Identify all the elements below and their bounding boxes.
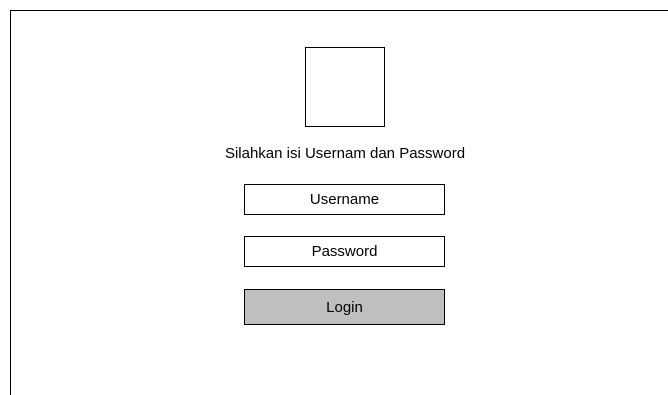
username-input[interactable] xyxy=(244,184,445,215)
password-input[interactable] xyxy=(244,236,445,267)
logo-placeholder xyxy=(305,47,385,127)
login-instruction-text: Silahkan isi Usernam dan Password xyxy=(224,145,466,162)
login-button[interactable]: Login xyxy=(244,289,445,325)
